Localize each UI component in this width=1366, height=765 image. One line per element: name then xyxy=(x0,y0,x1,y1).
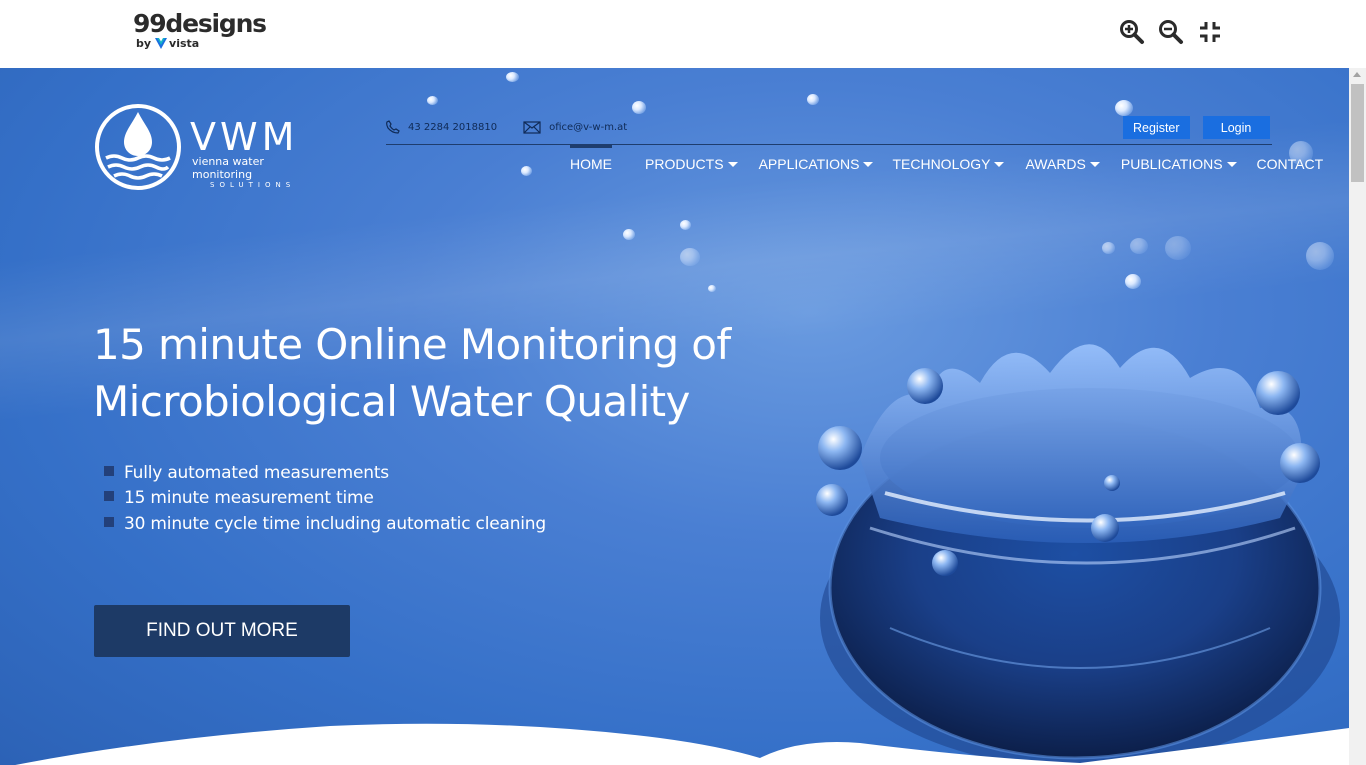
nav-item-applications[interactable]: APPLICATIONS xyxy=(759,156,874,172)
zoom-out-button[interactable] xyxy=(1158,18,1184,46)
feature-text: 30 minute cycle time including automatic… xyxy=(124,513,546,534)
phone-contact[interactable]: 43 2284 2018810 xyxy=(386,120,497,134)
contact-strip: 43 2284 2018810 ofice@v-w-m.at xyxy=(386,120,653,134)
water-droplet xyxy=(506,72,519,82)
water-droplet xyxy=(1165,236,1191,260)
exit-fullscreen-button[interactable] xyxy=(1197,18,1223,46)
nav-item-contact[interactable]: CONTACT xyxy=(1257,156,1324,172)
main-nav: HOME PRODUCTS APPLICATIONS TECHNOLOGY AW… xyxy=(570,145,1324,172)
water-droplet xyxy=(1115,100,1133,116)
feature-item: 30 minute cycle time including automatic… xyxy=(104,511,546,537)
scroll-thumb[interactable] xyxy=(1351,84,1364,182)
brand-name: 99designs xyxy=(133,9,267,38)
caret-down-icon xyxy=(1089,161,1100,167)
feature-text: Fully automated measurements xyxy=(124,462,389,483)
caret-down-icon xyxy=(1226,161,1237,167)
zoom-out-icon xyxy=(1159,20,1183,44)
page-scrollbar[interactable] xyxy=(1349,68,1366,765)
brand-logo[interactable]: 99designs by vista xyxy=(133,9,267,51)
logo-mark: VWM xyxy=(190,115,299,159)
email-contact[interactable]: ofice@v-w-m.at xyxy=(523,120,628,134)
viewer-toolbar: 99designs by vista xyxy=(0,0,1366,68)
header-divider xyxy=(386,144,1272,145)
nav-label: AWARDS xyxy=(1025,156,1086,172)
hero-title-line-2: Microbiological Water Quality xyxy=(93,377,690,426)
nav-label: APPLICATIONS xyxy=(758,156,860,172)
brand-partner: vista xyxy=(169,37,200,50)
water-droplet xyxy=(521,166,532,176)
phone-icon xyxy=(386,120,400,134)
scroll-up-arrow-icon[interactable] xyxy=(1353,72,1361,77)
vwm-logo[interactable]: VWM vienna water monitoring SOLUTIONS xyxy=(94,104,294,195)
nav-label: CONTACT xyxy=(1256,156,1324,172)
hero-title-line-1: 15 minute Online Monitoring of xyxy=(93,320,731,369)
water-droplet xyxy=(1102,242,1115,254)
nav-item-products[interactable]: PRODUCTS xyxy=(645,156,738,172)
nav-label: PUBLICATIONS xyxy=(1120,156,1223,172)
nav-label: PRODUCTS xyxy=(645,156,724,172)
mail-icon xyxy=(523,120,541,134)
zoom-controls xyxy=(1119,18,1223,46)
brand-by: by xyxy=(136,37,152,50)
feature-list: Fully automated measurements 15 minute m… xyxy=(104,460,546,537)
water-droplet xyxy=(427,96,438,105)
water-droplet xyxy=(680,248,700,266)
nav-item-technology[interactable]: TECHNOLOGY xyxy=(892,156,1005,172)
nav-item-publications[interactable]: PUBLICATIONS xyxy=(1121,156,1237,172)
exit-fullscreen-icon xyxy=(1200,22,1220,42)
water-droplet xyxy=(708,285,716,292)
water-droplet xyxy=(623,229,635,240)
website-preview: VWM vienna water monitoring SOLUTIONS 43… xyxy=(0,68,1349,765)
water-droplet xyxy=(1130,238,1148,254)
vista-logo-icon xyxy=(155,38,168,49)
logo-text: VWM vienna water monitoring SOLUTIONS xyxy=(190,118,298,189)
water-droplet xyxy=(807,94,819,105)
hero-title: 15 minute Online Monitoring of Microbiol… xyxy=(93,316,813,430)
brand-sub: by vista xyxy=(136,37,266,50)
caret-down-icon xyxy=(863,161,874,167)
water-drop-logo-icon xyxy=(95,104,181,190)
zoom-in-button[interactable] xyxy=(1119,18,1145,46)
logo-subtag: SOLUTIONS xyxy=(210,181,296,189)
zoom-in-icon xyxy=(1120,20,1144,44)
bullet-square-icon xyxy=(104,516,114,527)
water-droplet xyxy=(680,220,691,230)
register-button[interactable]: Register xyxy=(1123,116,1190,139)
bottom-wave-divider xyxy=(15,723,1349,765)
water-droplet xyxy=(1125,274,1141,289)
login-button[interactable]: Login xyxy=(1202,116,1270,139)
nav-label: HOME xyxy=(570,156,612,172)
find-out-more-button[interactable]: FIND OUT MORE xyxy=(94,605,350,657)
bullet-square-icon xyxy=(104,465,114,476)
nav-item-awards[interactable]: AWARDS xyxy=(1025,156,1100,172)
nav-label: TECHNOLOGY xyxy=(892,156,991,172)
auth-buttons: Register Login xyxy=(1123,116,1270,139)
caret-down-icon xyxy=(994,161,1005,167)
phone-number: 43 2284 2018810 xyxy=(408,121,498,133)
bullet-square-icon xyxy=(104,491,114,502)
feature-text: 15 minute measurement time xyxy=(124,488,374,509)
caret-down-icon xyxy=(727,161,738,167)
feature-item: 15 minute measurement time xyxy=(104,486,546,512)
feature-item: Fully automated measurements xyxy=(104,460,546,486)
nav-item-home[interactable]: HOME xyxy=(570,145,612,172)
email-address: ofice@v-w-m.at xyxy=(549,121,628,133)
water-droplet xyxy=(632,101,646,114)
water-droplet xyxy=(1306,242,1334,270)
